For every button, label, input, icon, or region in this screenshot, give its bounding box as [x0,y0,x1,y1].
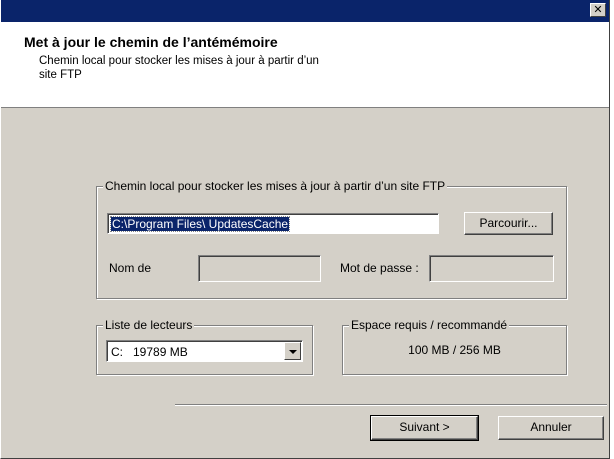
space-required-value: 100 MB / 256 MB [408,343,501,357]
cache-path-input[interactable]: C:\Program Files\ UpdatesCache [107,213,439,234]
cancel-button-label: Annuler [530,420,572,434]
footer-separator [175,404,607,406]
title-bar[interactable]: ✕ [1,0,609,22]
chevron-down-icon[interactable] [289,350,297,354]
space-required-group-legend: Espace requis / recommandé [349,318,510,332]
drive-list-group: Liste de lecteurs C: 19789 MB [96,318,313,375]
page-description: Chemin local pour stocker les mises à jo… [39,54,379,82]
ftp-path-group-legend: Chemin local pour stocker les mises à jo… [103,179,448,193]
browse-button-label: Parcourir... [479,216,538,230]
cancel-button[interactable]: Annuler [498,416,604,440]
ftp-path-group: Chemin local pour stocker les mises à jo… [96,179,567,299]
browse-button[interactable]: Parcourir... [464,212,553,235]
drive-list-group-legend: Liste de lecteurs [103,318,195,332]
page-description-line-1: Chemin local pour stocker les mises à jo… [39,55,319,67]
close-icon[interactable]: ✕ [593,3,602,16]
cache-path-value[interactable]: C:\Program Files\ UpdatesCache [109,216,291,232]
next-button-label: Suivant > [399,420,450,434]
drive-select-value[interactable]: C: 19789 MB [111,345,188,359]
username-field [198,255,321,282]
drive-select-dropdown-button[interactable] [284,342,301,360]
password-field [429,255,554,282]
close-button[interactable]: ✕ [590,3,606,17]
installer-dialog: ✕ Met à jour le chemin de l’antémémoire … [0,0,610,459]
password-label: Mot de passe : [340,261,419,275]
next-button[interactable]: Suivant > [370,415,479,441]
username-label: Nom de [109,261,152,275]
drive-select[interactable]: C: 19789 MB [106,340,303,362]
space-required-group: Espace requis / recommandé 100 MB / 256 … [342,318,567,375]
page-description-line-2: site FTP [39,69,82,81]
dialog-header: Met à jour le chemin de l’antémémoire Ch… [1,22,609,108]
page-title: Met à jour le chemin de l’antémémoire [24,34,278,50]
